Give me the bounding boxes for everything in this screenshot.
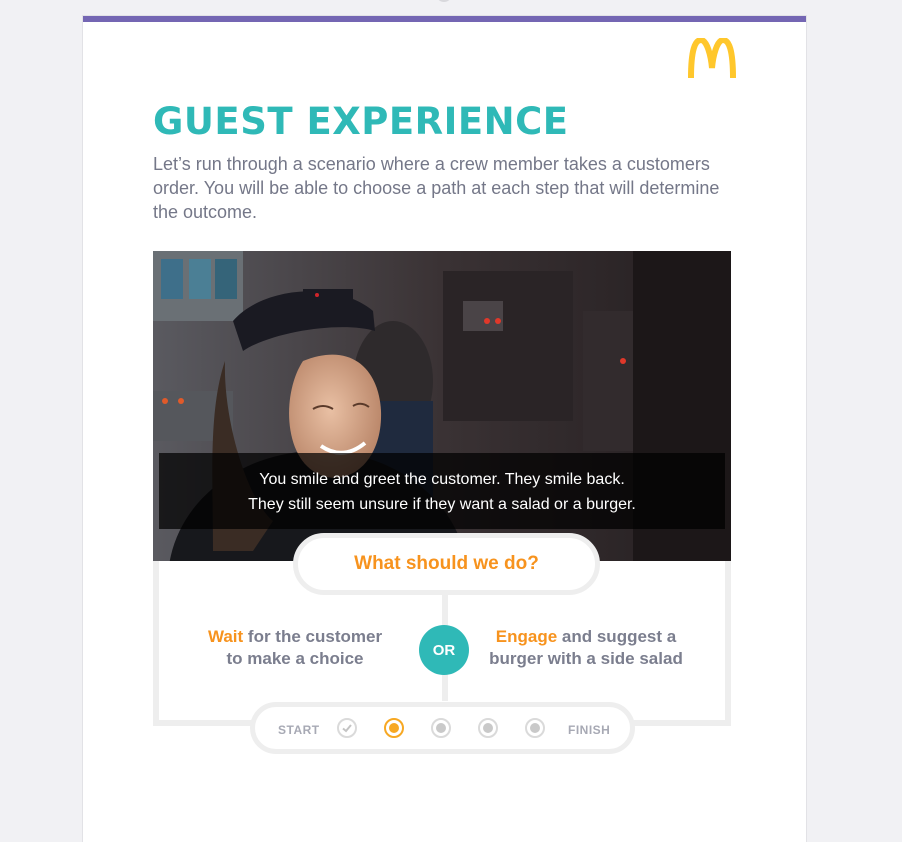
progress-step-1 — [337, 718, 357, 738]
scenario-card: GUEST EXPERIENCE Let’s run through a sce… — [83, 16, 806, 842]
choice-wait-text-1: for the customer — [243, 627, 383, 646]
intro-text: Let’s run through a scenario where a cre… — [153, 154, 720, 222]
caption-line-2: They still seem unsure if they want a sa… — [248, 496, 636, 513]
choice-wait-button[interactable]: Wait for the customer to make a choice — [185, 626, 405, 670]
scenario-video[interactable]: You smile and greet the customer. They s… — [153, 251, 731, 561]
choice-wait-text-2: to make a choice — [226, 649, 364, 668]
check-icon — [342, 724, 352, 733]
page-title: GUEST EXPERIENCE — [153, 100, 569, 143]
or-badge: OR — [419, 625, 469, 675]
progress-step-5 — [525, 718, 545, 738]
question-pill: What should we do? — [293, 533, 600, 595]
choice-wait-keyword: Wait — [207, 627, 244, 646]
choice-engage-button[interactable]: Engage and suggest a burger with a side … — [476, 626, 696, 670]
progress-step-2 — [384, 718, 404, 738]
choice-engage-text-1: and suggest a — [557, 627, 677, 646]
caption-line-1: You smile and greet the customer. They s… — [259, 471, 625, 488]
choice-engage-keyword: Engage — [495, 627, 558, 646]
progress-step-3 — [431, 718, 451, 738]
golden-arches-logo — [688, 38, 736, 79]
progress-tracker: START FINISH — [250, 702, 635, 754]
progress-step-4 — [478, 718, 498, 738]
progress-start-label: START — [278, 723, 320, 737]
top-notch — [436, 0, 452, 2]
choice-engage-text-2: burger with a side salad — [489, 649, 683, 668]
video-caption: You smile and greet the customer. They s… — [159, 453, 725, 529]
progress-finish-label: FINISH — [568, 723, 611, 737]
